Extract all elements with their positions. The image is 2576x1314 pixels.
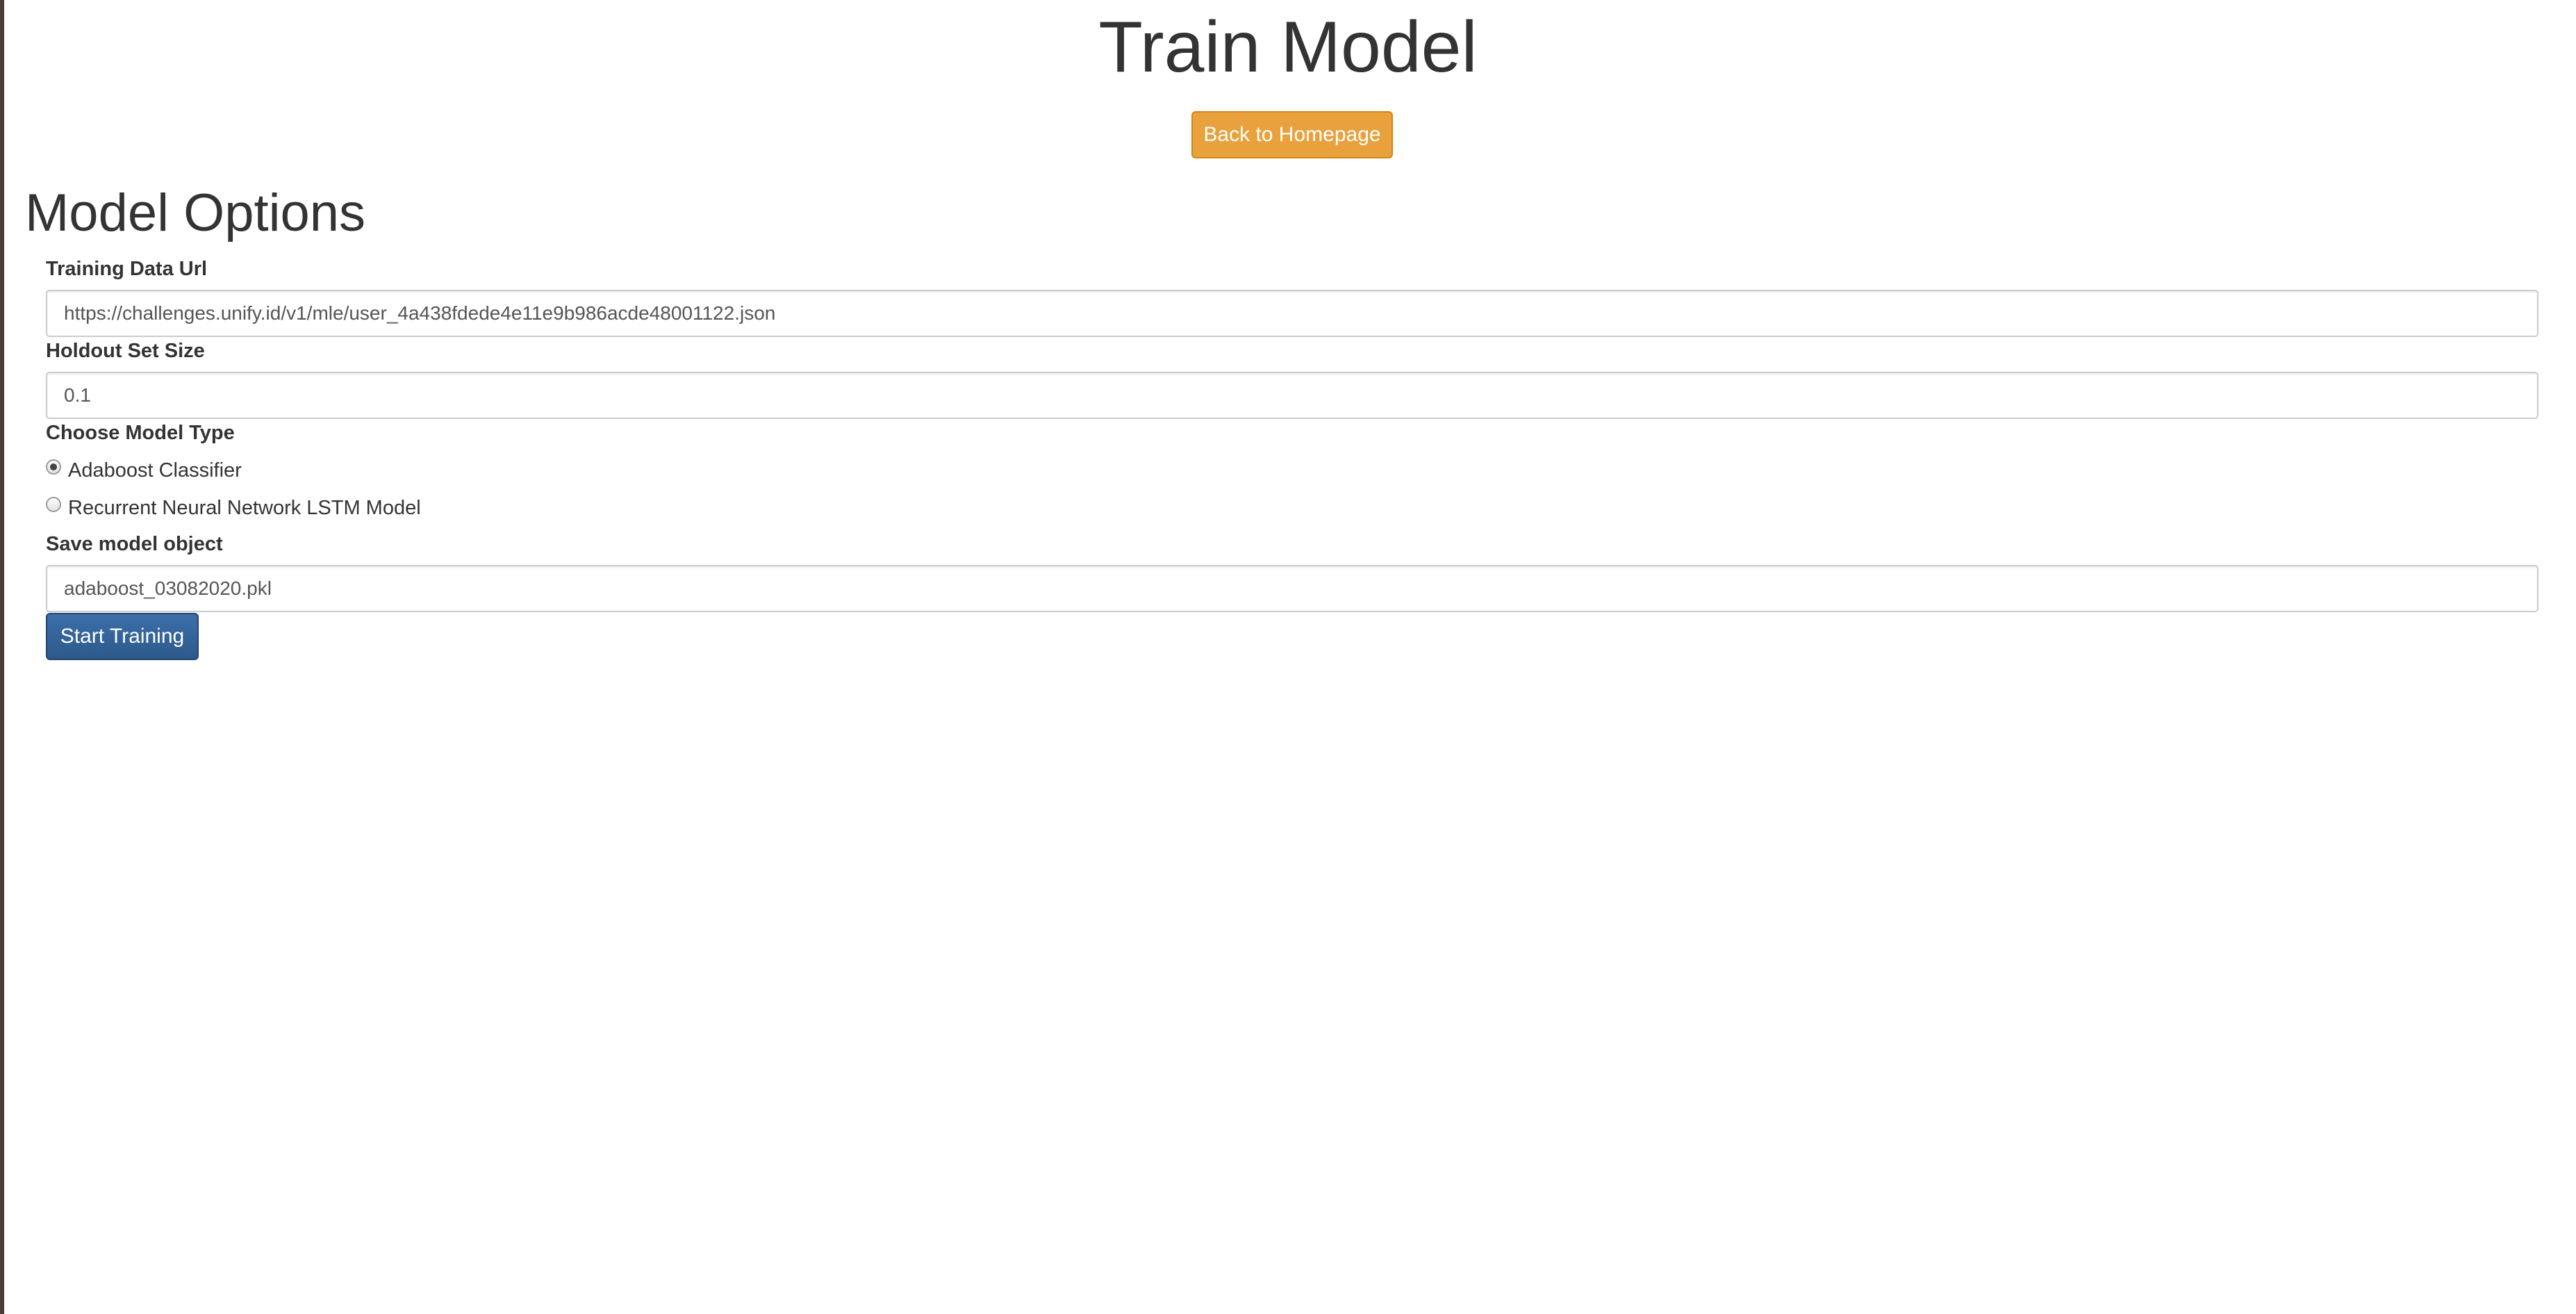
window-left-border (0, 0, 4, 1314)
adaboost-radio-label[interactable]: Adaboost Classifier (68, 457, 242, 484)
page-title: Train Model (1098, 7, 1478, 88)
start-training-button[interactable]: Start Training (46, 613, 199, 660)
radio-option-lstm[interactable]: Recurrent Neural Network LSTM Model (46, 494, 421, 522)
save-model-input[interactable]: adaboost_03082020.pkl (46, 565, 2538, 612)
lstm-radio-label[interactable]: Recurrent Neural Network LSTM Model (68, 494, 421, 522)
model-type-label: Choose Model Type (46, 422, 235, 444)
holdout-set-size-input[interactable]: 0.1 (46, 372, 2538, 419)
lstm-radio[interactable] (46, 497, 61, 512)
section-title: Model Options (25, 183, 366, 243)
adaboost-radio[interactable] (46, 459, 61, 475)
save-model-label: Save model object (46, 533, 223, 555)
back-to-homepage-button[interactable]: Back to Homepage (1191, 111, 1393, 158)
training-data-url-label: Training Data Url (46, 258, 208, 280)
radio-option-adaboost[interactable]: Adaboost Classifier (46, 457, 242, 484)
training-data-url-input[interactable]: https://challenges.unify.id/v1/mle/user_… (46, 290, 2538, 337)
holdout-set-size-label: Holdout Set Size (46, 340, 205, 362)
